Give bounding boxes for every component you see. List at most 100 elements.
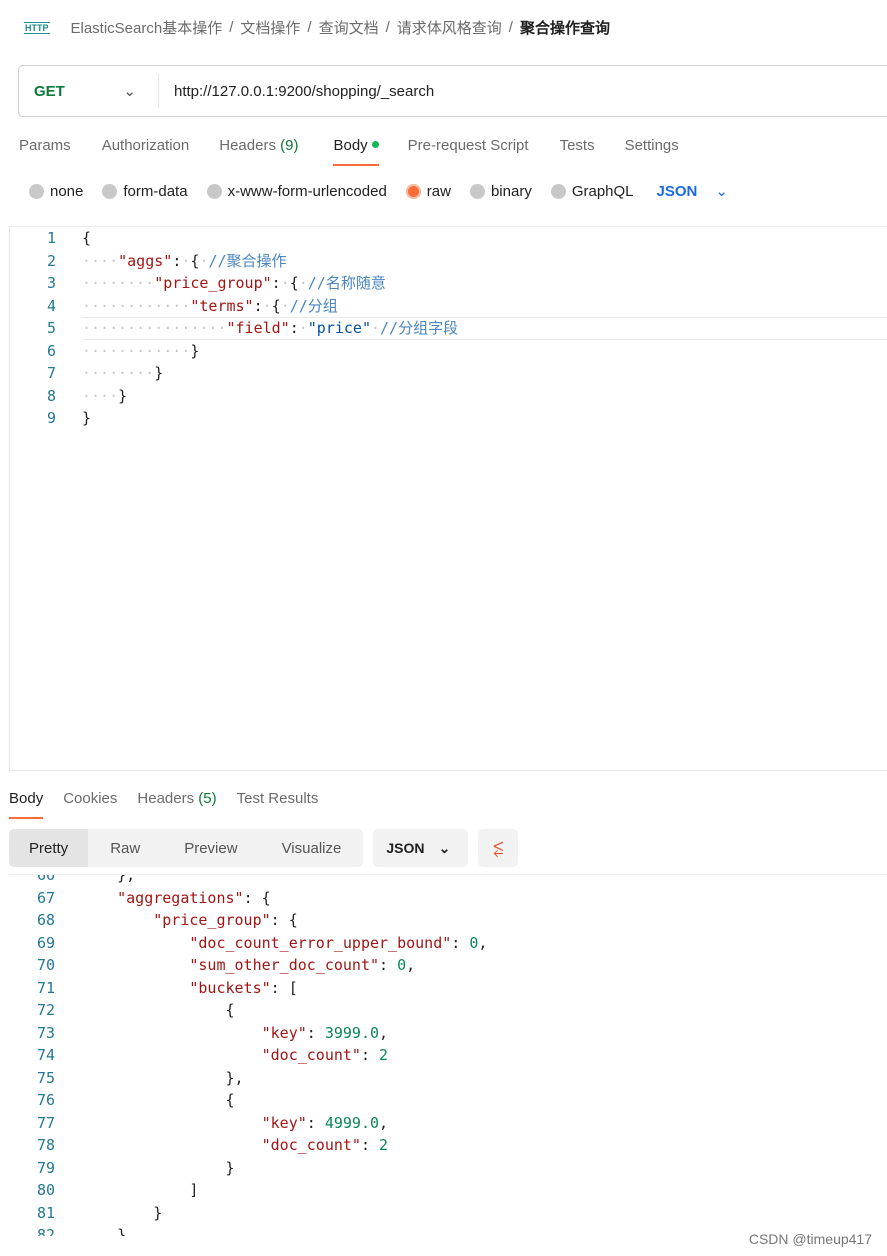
radio-GraphQL[interactable]: GraphQL bbox=[550, 182, 634, 200]
tab-params[interactable]: Params bbox=[19, 137, 71, 166]
line-number: 67 bbox=[36, 888, 55, 907]
method-select[interactable]: GET ⌄ bbox=[19, 74, 159, 108]
tab-label: Body bbox=[9, 790, 44, 807]
tab-label: Tests bbox=[559, 137, 595, 154]
code-line: ········"price_group":·{·//名称随意 bbox=[82, 274, 386, 292]
http-icon: HTTP bbox=[24, 21, 50, 34]
radio-raw[interactable]: raw bbox=[405, 183, 451, 200]
code-line: ····} bbox=[82, 386, 128, 405]
tab-headers[interactable]: Headers (9) bbox=[219, 137, 298, 166]
code-line: ····"aggs":·{·//聚合操作 bbox=[82, 251, 287, 270]
code-line: } bbox=[82, 409, 92, 427]
line-number: 5 bbox=[46, 319, 56, 337]
breadcrumb-item[interactable]: ElasticSearch基本操作 bbox=[71, 17, 223, 38]
tab-label: Body bbox=[333, 137, 368, 154]
radio-binary[interactable]: binary bbox=[469, 182, 532, 200]
tab-label: Params bbox=[19, 137, 71, 154]
tab-authorization[interactable]: Authorization bbox=[102, 137, 190, 166]
line-number: 72 bbox=[36, 1001, 55, 1019]
view-mode-pretty[interactable]: Pretty bbox=[9, 829, 89, 867]
response-tab-body[interactable]: Body bbox=[9, 790, 44, 819]
line-number: 6 bbox=[46, 341, 56, 360]
tab-label: Headers bbox=[219, 137, 276, 154]
line-number: 71 bbox=[36, 978, 55, 997]
response-tab-headers[interactable]: Headers (5) bbox=[137, 790, 216, 819]
method-label: GET bbox=[34, 82, 65, 100]
tab-tests[interactable]: Tests bbox=[560, 137, 595, 166]
code-line: } bbox=[117, 1226, 127, 1236]
chevron-down-icon: ⌄ bbox=[438, 839, 451, 856]
code-line: { bbox=[225, 1001, 235, 1019]
code-line: } bbox=[225, 1158, 235, 1177]
radio-none[interactable]: none bbox=[29, 183, 83, 200]
code-line: "buckets": [ bbox=[189, 978, 298, 997]
tab-label: Test Results bbox=[236, 790, 319, 807]
line-number: 2 bbox=[46, 251, 56, 270]
response-format-select[interactable]: JSON ⌄ bbox=[373, 829, 469, 867]
view-mode-selector: Pretty Raw Preview Visualize bbox=[9, 829, 364, 867]
tab-label: Pre-request Script bbox=[407, 137, 529, 154]
line-number: 3 bbox=[46, 274, 56, 292]
view-mode-raw[interactable]: Raw bbox=[88, 829, 162, 867]
code-line: } bbox=[153, 1203, 163, 1222]
radio-form-data[interactable]: form-data bbox=[102, 182, 188, 200]
wrap-lines-button[interactable]: ⥶ bbox=[478, 829, 519, 867]
code-line: { bbox=[225, 1091, 235, 1109]
line-number: 75 bbox=[36, 1068, 55, 1087]
body-format-select[interactable]: JSON ⌄ bbox=[657, 182, 728, 200]
url-input[interactable]: http://127.0.0.1:9200/shopping/_search bbox=[159, 83, 434, 100]
radio-label: none bbox=[50, 182, 84, 200]
line-number: 82 bbox=[36, 1226, 55, 1236]
line-number: 77 bbox=[36, 1113, 55, 1132]
line-number: 9 bbox=[46, 409, 56, 427]
line-number: 76 bbox=[36, 1091, 55, 1109]
tab-settings[interactable]: Settings bbox=[625, 137, 679, 166]
breadcrumb-item[interactable]: 文档操作 bbox=[240, 17, 300, 38]
code-line: { bbox=[82, 229, 92, 247]
tab-label: Settings bbox=[624, 137, 679, 154]
radio-label: form-data bbox=[123, 182, 188, 200]
code-line: "doc_count": 2 bbox=[261, 1046, 389, 1064]
response-tab-test-results[interactable]: Test Results bbox=[237, 790, 319, 819]
breadcrumb-item[interactable]: 查询文档 bbox=[319, 17, 379, 38]
code-line: ········} bbox=[82, 364, 164, 382]
line-number: 73 bbox=[36, 1023, 55, 1042]
breadcrumb-item[interactable]: 请求体风格查询 bbox=[397, 17, 502, 38]
line-number: 4 bbox=[46, 296, 56, 315]
radio-label: GraphQL bbox=[571, 182, 634, 200]
line-number: 81 bbox=[36, 1203, 55, 1222]
tab-label: Authorization bbox=[101, 137, 190, 154]
view-mode-preview[interactable]: Preview bbox=[162, 829, 259, 867]
response-tab-cookies[interactable]: Cookies bbox=[63, 790, 117, 819]
code-line: "key": 3999.0, bbox=[261, 1023, 389, 1042]
line-number: 68 bbox=[36, 911, 55, 929]
chevron-down-icon: ⌄ bbox=[123, 83, 136, 100]
code-line: "key": 4999.0, bbox=[261, 1113, 389, 1132]
request-body-editor[interactable]: 1 {2 ····"aggs":·{·//聚合操作 3 ········"price_g… bbox=[9, 226, 887, 771]
body-type-options: none form-data x-www-form-urlencoded raw bin… bbox=[29, 182, 728, 200]
radio-circle-icon bbox=[102, 183, 118, 199]
code-line: ] bbox=[189, 1181, 199, 1199]
code-line: "sum_other_doc_count": 0, bbox=[189, 956, 416, 974]
line-number: 8 bbox=[46, 386, 56, 405]
tab-body[interactable]: Body bbox=[333, 137, 379, 166]
breadcrumb-current: 聚合操作查询 bbox=[519, 20, 610, 37]
radio-label: binary bbox=[490, 182, 532, 200]
code-line: "doc_count_error_upper_bound": 0, bbox=[189, 933, 488, 952]
radio-circle-icon bbox=[550, 183, 566, 199]
view-mode-visualize[interactable]: Visualize bbox=[260, 829, 364, 867]
radio-circle-icon bbox=[29, 183, 44, 199]
code-line: "aggregations": { bbox=[117, 888, 271, 907]
tab-count: (9) bbox=[280, 137, 299, 154]
chevron-down-icon: ⌄ bbox=[715, 183, 728, 200]
tab-count: (5) bbox=[198, 790, 217, 807]
line-number: 70 bbox=[36, 956, 55, 974]
tab-label: Headers bbox=[137, 790, 195, 807]
separator: / bbox=[508, 19, 513, 36]
line-number: 7 bbox=[46, 364, 56, 382]
radio-x-www-form-urlencoded[interactable]: x-www-form-urlencoded bbox=[206, 183, 387, 200]
response-body-viewer[interactable]: 66 }, 67 "aggregations": {68 "price_group… bbox=[9, 874, 887, 1236]
code-line: }, bbox=[117, 874, 136, 884]
tab-pre-request-script[interactable]: Pre-request Script bbox=[408, 137, 529, 166]
code-line: "price_group": { bbox=[153, 911, 298, 929]
